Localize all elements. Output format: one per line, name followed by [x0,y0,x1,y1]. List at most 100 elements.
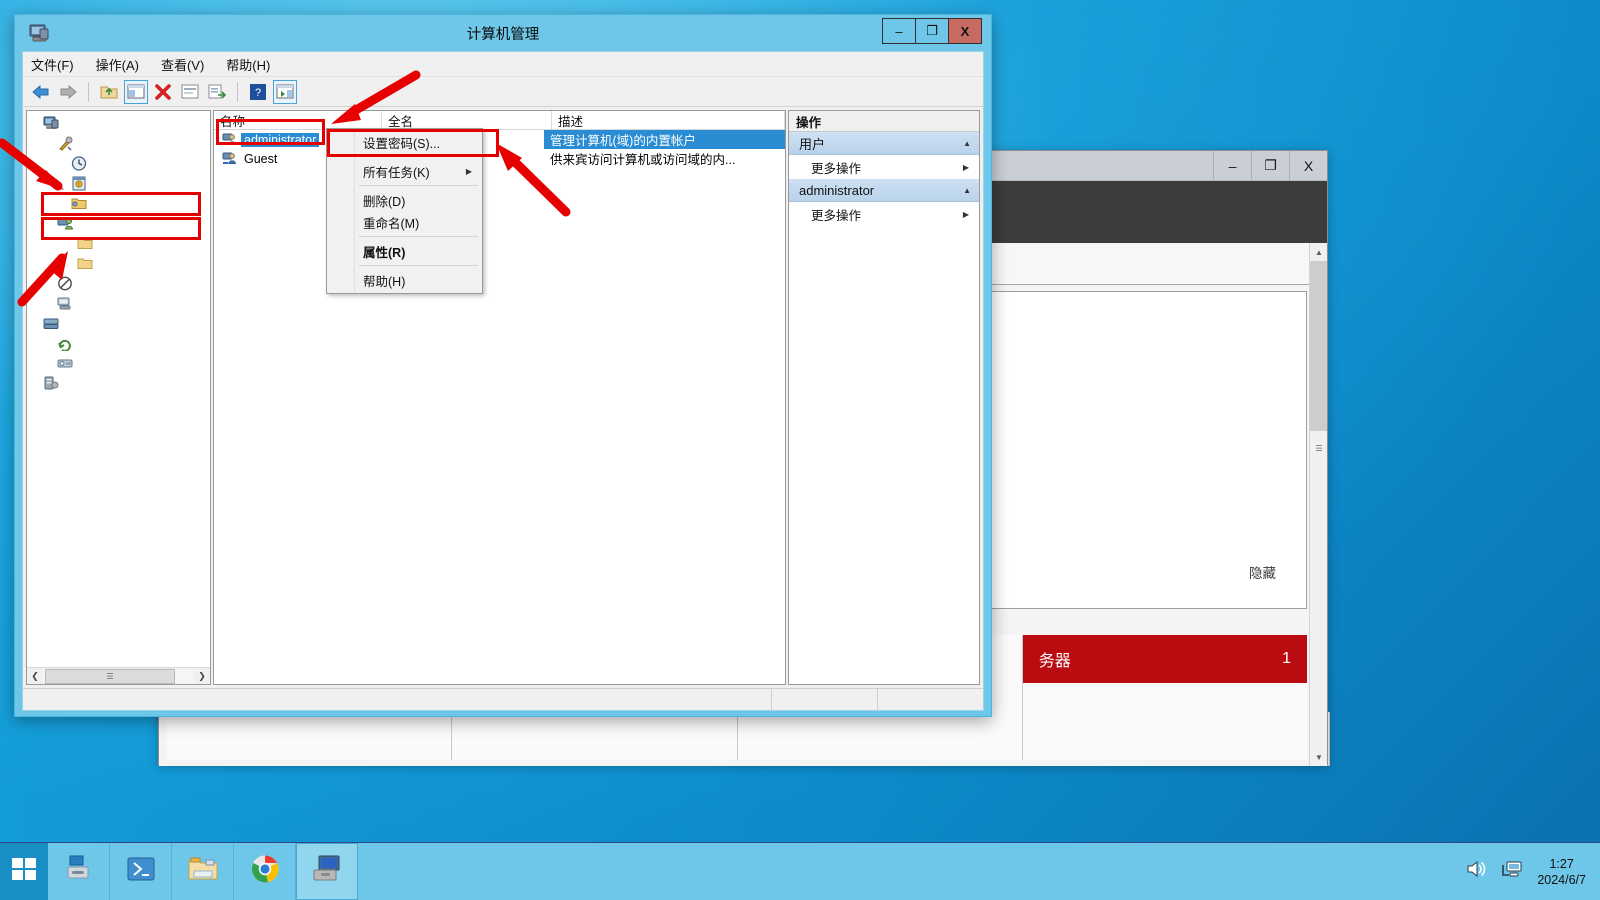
column-header-name[interactable]: 名称 [214,111,382,129]
taskbar-app-server-manager[interactable] [48,843,110,900]
tree-horizontal-scrollbar[interactable]: ❮ ☰ ❯ [27,667,210,684]
clock[interactable]: 1:27 2024/6/7 [1537,856,1586,888]
system-tray: 1:27 2024/6/7 [1465,843,1600,900]
actions-group-label: administrator [799,182,875,198]
tree-item-shared-folders[interactable] [27,194,210,214]
computer-management-icon [310,854,344,889]
table-row[interactable]: Guest 供来宾访问计算机或访问域的内... [214,149,785,168]
scroll-right-icon[interactable]: ❯ [194,671,210,682]
context-menu-item-label: 重命名(M) [363,216,420,231]
minimize-button[interactable]: – [882,18,916,44]
windows-start-icon [10,855,38,888]
up-folder-icon[interactable] [97,80,121,104]
context-menu-item-label: 设置密码(S)... [363,136,441,151]
close-button[interactable]: X [1289,151,1327,180]
scroll-thumb[interactable]: ☰ [45,668,175,684]
tree-item-disk-management[interactable] [27,354,210,374]
taskbar-app-powershell[interactable] [110,843,172,900]
show-action-pane-icon[interactable] [273,79,297,104]
scroll-thumb[interactable] [1310,261,1327,431]
context-menu-item-set-password[interactable]: 设置密码(S)... [327,131,482,153]
tree-item-task-scheduler[interactable] [27,154,210,174]
delete-icon[interactable] [151,80,175,104]
network-icon[interactable] [1501,859,1523,884]
user-disabled-icon [222,151,238,167]
table-row[interactable]: administrator 管理计算机(域)的内置帐户 [214,130,785,149]
tree-item-services-and-applications[interactable] [27,374,210,394]
server-manager-tile-servers[interactable]: 务器 1 [1022,635,1307,760]
shared-folder-icon [71,196,89,212]
context-menu[interactable]: 设置密码(S)... 所有任务(K) ▶ 删除(D) 重命名(M) 属性(R) … [326,128,483,294]
tree-item-event-viewer[interactable]: ! [27,174,210,194]
performance-icon [57,276,75,292]
properties-icon[interactable] [178,80,202,104]
menu-item-action[interactable]: 操作(A) [96,55,139,74]
maximize-button[interactable]: ❐ [915,18,949,44]
tree-item-device-manager[interactable] [27,294,210,314]
context-menu-item-all-tasks[interactable]: 所有任务(K) ▶ [327,160,482,182]
chevron-up-icon[interactable]: ▲ [963,186,971,195]
taskbar-app-computer-management[interactable] [296,843,358,900]
tree-item-performance[interactable] [27,274,210,294]
tree-item-computer-management[interactable] [27,114,210,134]
column-header-description[interactable]: 描述 [552,111,785,129]
context-menu-item-label: 所有任务(K) [363,165,430,180]
user-name: administrator [241,132,320,147]
actions-pane[interactable]: 操作 用户 ▲ 更多操作 ▶ administrator ▲ 更多操作 ▶ [788,110,980,685]
column-header-fullname[interactable]: 全名 [382,111,552,129]
actions-group-header-users[interactable]: 用户 ▲ [789,132,979,155]
scroll-down-icon[interactable]: ▼ [1310,748,1327,766]
users-list-pane[interactable]: 名称 全名 描述 administrator 管理计算机(域)的内置帐户 Gue… [213,110,786,685]
tree-item-groups[interactable] [27,254,210,274]
minimize-button[interactable]: – [1213,151,1251,180]
toolbar-separator [88,81,89,102]
computer-icon [43,116,61,132]
menu-item-view[interactable]: 查看(V) [161,55,204,74]
event-log-icon: ! [71,176,89,192]
servers-alert-tile[interactable]: 务器 1 [1022,635,1307,683]
scroll-up-icon[interactable]: ▲ [1310,243,1327,261]
action-item-more-actions-users[interactable]: 更多操作 ▶ [789,155,979,179]
context-menu-item-delete[interactable]: 删除(D) [327,189,482,211]
hide-link[interactable]: 隐藏 [1249,562,1276,582]
tree-item-users[interactable] [27,234,210,254]
tree-item-storage[interactable] [27,314,210,334]
menu-item-help[interactable]: 帮助(H) [226,55,270,74]
taskbar-app-chrome[interactable] [234,843,296,900]
console-tree-pane[interactable]: ! ❮ ☰ ❯ [26,110,211,685]
storage-icon [43,316,61,332]
tree-item-system-tools[interactable] [27,134,210,154]
back-arrow-icon[interactable] [29,80,53,104]
help-icon[interactable]: ? [246,80,270,104]
tree-item-windows-server-backup[interactable] [27,334,210,354]
show-tree-icon[interactable] [124,79,148,104]
taskbar-app-file-explorer[interactable] [172,843,234,900]
context-menu-item-help[interactable]: 帮助(H) [327,269,482,291]
window-title: 计算机管理 [466,26,540,43]
clock-date: 2024/6/7 [1537,872,1586,887]
start-button[interactable] [0,843,48,900]
context-menu-item-properties[interactable]: 属性(R) [327,240,482,262]
menu-item-file[interactable]: 文件(F) [31,55,74,74]
scroll-track[interactable]: ☰ [43,668,194,684]
computer-management-window[interactable]: 计算机管理 – ❐ X 文件(F) 操作(A) 查看(V) 帮助(H) ? ! … [14,14,992,717]
context-menu-item-rename[interactable]: 重命名(M) [327,211,482,233]
close-button[interactable]: X [948,18,982,44]
powershell-icon [125,855,157,888]
volume-icon[interactable] [1465,859,1487,884]
folder-icon [77,256,95,272]
forward-arrow-icon[interactable] [56,80,80,104]
chevron-up-icon[interactable]: ▲ [963,139,971,148]
scroll-left-icon[interactable]: ❮ [27,671,43,682]
taskbar[interactable]: 1:27 2024/6/7 [0,842,1600,900]
maximize-button[interactable]: ❐ [1251,151,1289,180]
servers-tile-label: 务器 [1038,653,1071,670]
context-menu-separator [359,185,478,186]
computer-management-titlebar[interactable]: 计算机管理 – ❐ X [22,15,984,51]
tree-item-local-users-and-groups[interactable] [27,214,210,234]
export-list-icon[interactable] [205,80,229,104]
tree-scroll-area: ! [27,111,210,667]
server-manager-scrollbar[interactable]: ▲ ☰ ▼ [1309,243,1327,766]
actions-group-header-administrator[interactable]: administrator ▲ [789,179,979,202]
action-item-more-actions-administrator[interactable]: 更多操作 ▶ [789,202,979,226]
